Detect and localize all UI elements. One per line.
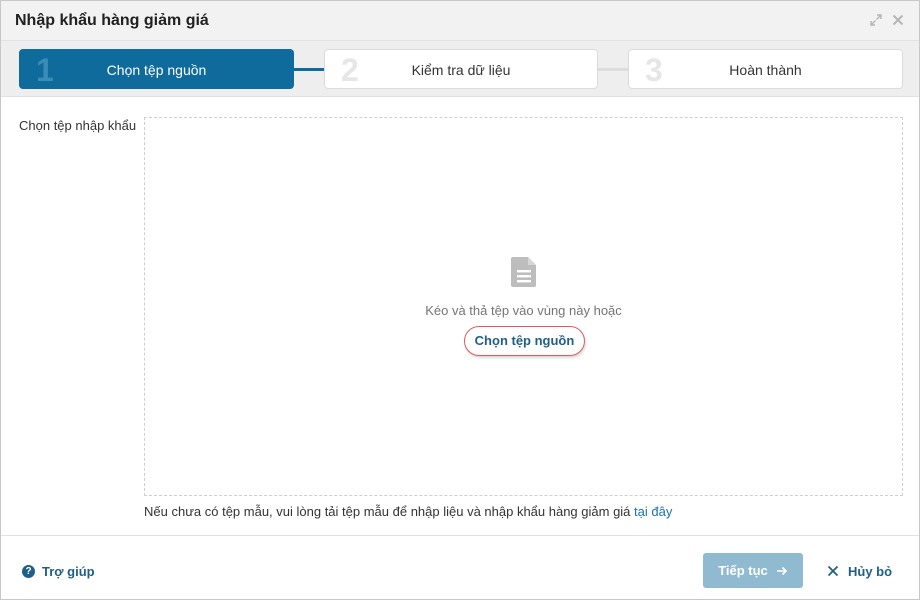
import-dialog: Nhập khẩu hàng giảm giá 1 Chọn tệp nguồn… xyxy=(0,0,920,600)
continue-button[interactable]: Tiếp tục xyxy=(703,553,803,588)
step-label: Hoàn thành xyxy=(729,62,802,78)
drop-instructions: Kéo và thả tệp vào vùng này hoặc xyxy=(425,303,622,318)
step-label: Kiểm tra dữ liệu xyxy=(411,62,511,78)
step-label: Chọn tệp nguồn xyxy=(106,62,207,78)
download-template-link[interactable]: tại đây xyxy=(634,504,672,519)
continue-label: Tiếp tục xyxy=(718,563,768,578)
step-choose-source[interactable]: 1 Chọn tệp nguồn xyxy=(19,49,294,89)
step-connector-2 xyxy=(597,68,629,71)
close-icon[interactable] xyxy=(891,13,905,27)
step-complete[interactable]: 3 Hoàn thành xyxy=(628,49,903,89)
cancel-button[interactable]: Hủy bỏ xyxy=(827,562,892,580)
document-icon xyxy=(511,257,536,287)
help-icon: ? xyxy=(22,564,35,578)
template-hint: Nếu chưa có tệp mẫu, vui lòng tải tệp mẫ… xyxy=(144,504,672,519)
wizard-steps: 1 Chọn tệp nguồn 2 Kiểm tra dữ liệu 3 Ho… xyxy=(1,41,919,97)
cancel-label: Hủy bỏ xyxy=(848,563,893,579)
expand-icon[interactable] xyxy=(869,13,883,27)
step-connector-1 xyxy=(293,68,325,71)
help-label: Trợ giúp xyxy=(42,563,95,579)
dialog-footer: ? Trợ giúp Tiếp tục Hủy bỏ xyxy=(1,535,919,599)
choose-source-file-button[interactable]: Chọn tệp nguồn xyxy=(464,326,585,356)
dialog-header: Nhập khẩu hàng giảm giá xyxy=(1,1,919,41)
step-check-data[interactable]: 2 Kiểm tra dữ liệu xyxy=(324,49,598,89)
close-icon xyxy=(827,565,839,577)
import-file-label: Chọn tệp nhập khẩu xyxy=(19,118,137,133)
dialog-title: Nhập khẩu hàng giảm giá xyxy=(15,12,209,29)
template-hint-text: Nếu chưa có tệp mẫu, vui lòng tải tệp mẫ… xyxy=(144,504,631,519)
file-drop-zone[interactable]: Kéo và thả tệp vào vùng này hoặc Chọn tệ… xyxy=(144,117,903,496)
help-button[interactable]: ? Trợ giúp xyxy=(22,563,95,579)
arrow-right-icon xyxy=(776,566,787,575)
